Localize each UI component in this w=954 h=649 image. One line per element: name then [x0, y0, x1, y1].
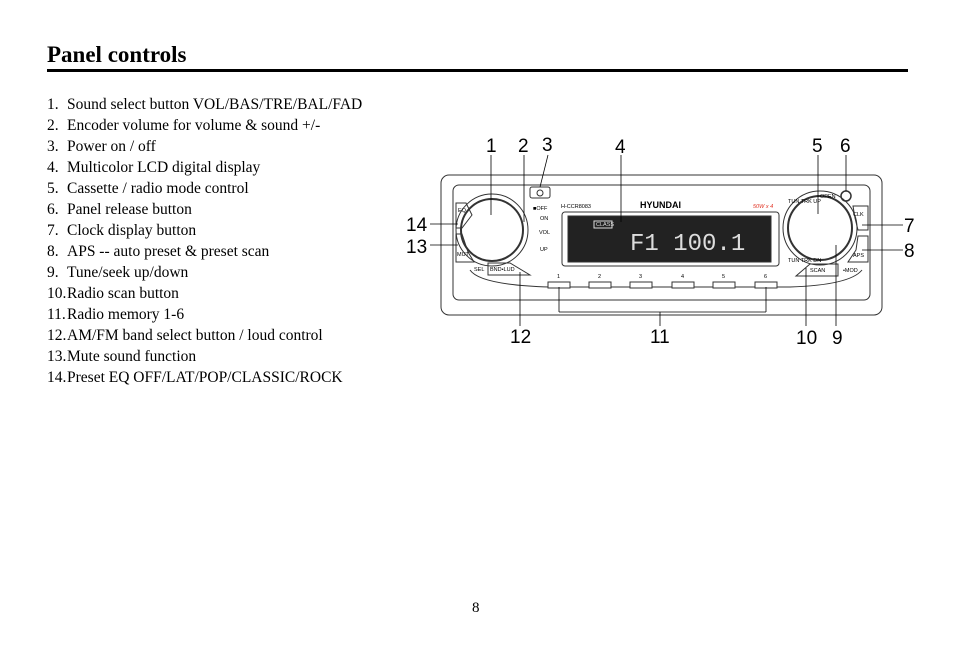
preset-button-4[interactable]	[671, 281, 695, 289]
eq-label: EQ	[458, 208, 467, 214]
preset-label-6: 6	[764, 274, 767, 280]
callout-12: 12	[510, 327, 531, 348]
tune-up-label: TUN TRK UP	[788, 199, 821, 205]
aps-label: APS	[853, 253, 864, 259]
open-label: OPEN	[820, 194, 836, 200]
callout-1: 1	[486, 136, 497, 157]
radio-panel-diagram: 1 2 3 4 5 6 7 8 9 10 11 12 13 14 H-CCR80…	[406, 135, 915, 349]
lcd-text: F1 100.1	[630, 231, 745, 258]
callout-10: 10	[796, 328, 817, 349]
up-label: UP	[540, 247, 548, 253]
preset-button-2[interactable]	[588, 281, 612, 289]
callout-5: 5	[812, 136, 823, 157]
mute-label: MUT	[457, 252, 470, 258]
brand-logo: HYUNDAI	[640, 200, 681, 210]
tune-down-label: TUN TRK DN	[788, 258, 821, 264]
preset-button-3[interactable]	[629, 281, 653, 289]
on-label: ON	[540, 216, 548, 222]
power-icon	[536, 189, 544, 197]
clk-label: CLK	[853, 212, 864, 218]
model-label: H-CCR8083	[561, 204, 591, 210]
callout-6: 6	[840, 136, 851, 157]
tune-knob[interactable]	[787, 195, 853, 261]
scan-label: SCAN	[810, 268, 825, 274]
callout-8: 8	[904, 241, 915, 262]
band-label: BND•LUD	[490, 267, 515, 273]
callout-9: 9	[832, 328, 843, 349]
preset-label-4: 4	[681, 274, 684, 280]
preset-label-2: 2	[598, 274, 601, 280]
power-rating: 50W x 4	[753, 204, 773, 210]
panel-bottom-curve	[469, 269, 863, 288]
off-label: ■OFF	[533, 206, 548, 212]
vol-label: VOL	[539, 230, 550, 236]
callout-14: 14	[406, 215, 428, 236]
callout-7: 7	[904, 216, 915, 237]
preset-label-5: 5	[722, 274, 725, 280]
page-number: 8	[472, 600, 480, 616]
callout-3: 3	[542, 135, 553, 156]
sel-label: SEL	[474, 267, 484, 273]
callout-13: 13	[406, 237, 427, 258]
preset-label-3: 3	[639, 274, 642, 280]
lcd-class: CLASS	[596, 222, 614, 228]
clock-button[interactable]	[852, 205, 869, 231]
callout-2: 2	[518, 136, 529, 157]
callout-4: 4	[615, 137, 626, 158]
sound-select-knob[interactable]	[460, 198, 524, 262]
mod-label: •MOD	[843, 268, 858, 274]
callout-11: 11	[650, 327, 670, 348]
preset-button-5[interactable]	[712, 281, 736, 289]
preset-label-1: 1	[557, 274, 560, 280]
panel-release-button[interactable]	[840, 190, 852, 202]
